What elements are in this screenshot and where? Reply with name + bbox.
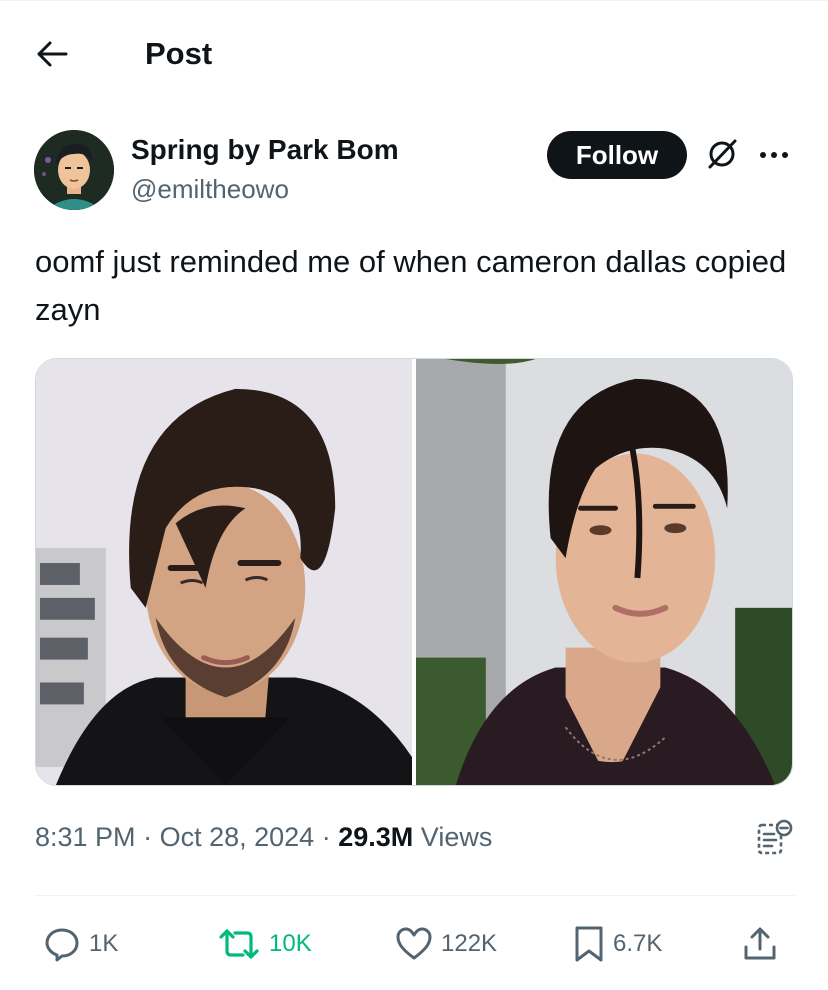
bookmark-icon — [573, 924, 605, 964]
grok-icon — [705, 137, 739, 176]
bookmark-count: 6.7K — [613, 930, 663, 957]
repost-button[interactable]: 10K — [217, 918, 312, 970]
share-button[interactable] — [741, 918, 779, 970]
page-title: Post — [145, 36, 213, 71]
tweet-photo[interactable] — [416, 359, 792, 785]
like-count: 122K — [441, 930, 498, 957]
tweet-date[interactable]: Oct 28, 2024 — [160, 822, 315, 852]
reply-button[interactable]: 1K — [43, 918, 118, 970]
meta-separator: · — [143, 822, 153, 852]
reply-count: 1K — [89, 930, 119, 957]
more-icon — [758, 147, 790, 165]
heart-icon — [395, 926, 433, 962]
follow-button[interactable]: Follow — [547, 131, 687, 179]
more-options-button[interactable] — [752, 134, 796, 178]
tweet-meta: 8:31 PM · Oct 28, 2024 · 29.3M Views — [35, 822, 492, 853]
repost-icon — [217, 927, 261, 961]
tweet-media[interactable] — [35, 358, 793, 786]
avatar[interactable] — [34, 130, 114, 210]
analytics-icon — [754, 818, 794, 863]
arrow-left-icon — [36, 40, 68, 73]
reply-icon — [43, 925, 81, 963]
tweet-text: oomf just reminded me of when cameron da… — [35, 244, 787, 327]
views-count: 29.3M — [338, 822, 414, 852]
tweet-photo[interactable] — [36, 359, 412, 785]
share-icon — [741, 925, 779, 963]
author-handle[interactable]: @emiltheowo — [131, 174, 289, 205]
views-label: Views — [420, 822, 493, 852]
author-display-name[interactable]: Spring by Park Bom — [131, 134, 399, 166]
divider — [35, 895, 795, 896]
analytics-button[interactable] — [750, 816, 798, 864]
page-header: Post — [0, 18, 828, 88]
back-button[interactable] — [30, 34, 74, 78]
grok-button[interactable] — [700, 134, 744, 178]
bookmark-button[interactable]: 6.7K — [573, 918, 662, 970]
action-bar: 1K 10K 122K 6.7K — [35, 918, 795, 970]
like-button[interactable]: 122K — [395, 918, 497, 970]
top-border — [0, 0, 828, 1]
meta-separator: · — [321, 822, 331, 852]
tweet-time[interactable]: 8:31 PM — [35, 822, 136, 852]
repost-count: 10K — [269, 930, 312, 957]
